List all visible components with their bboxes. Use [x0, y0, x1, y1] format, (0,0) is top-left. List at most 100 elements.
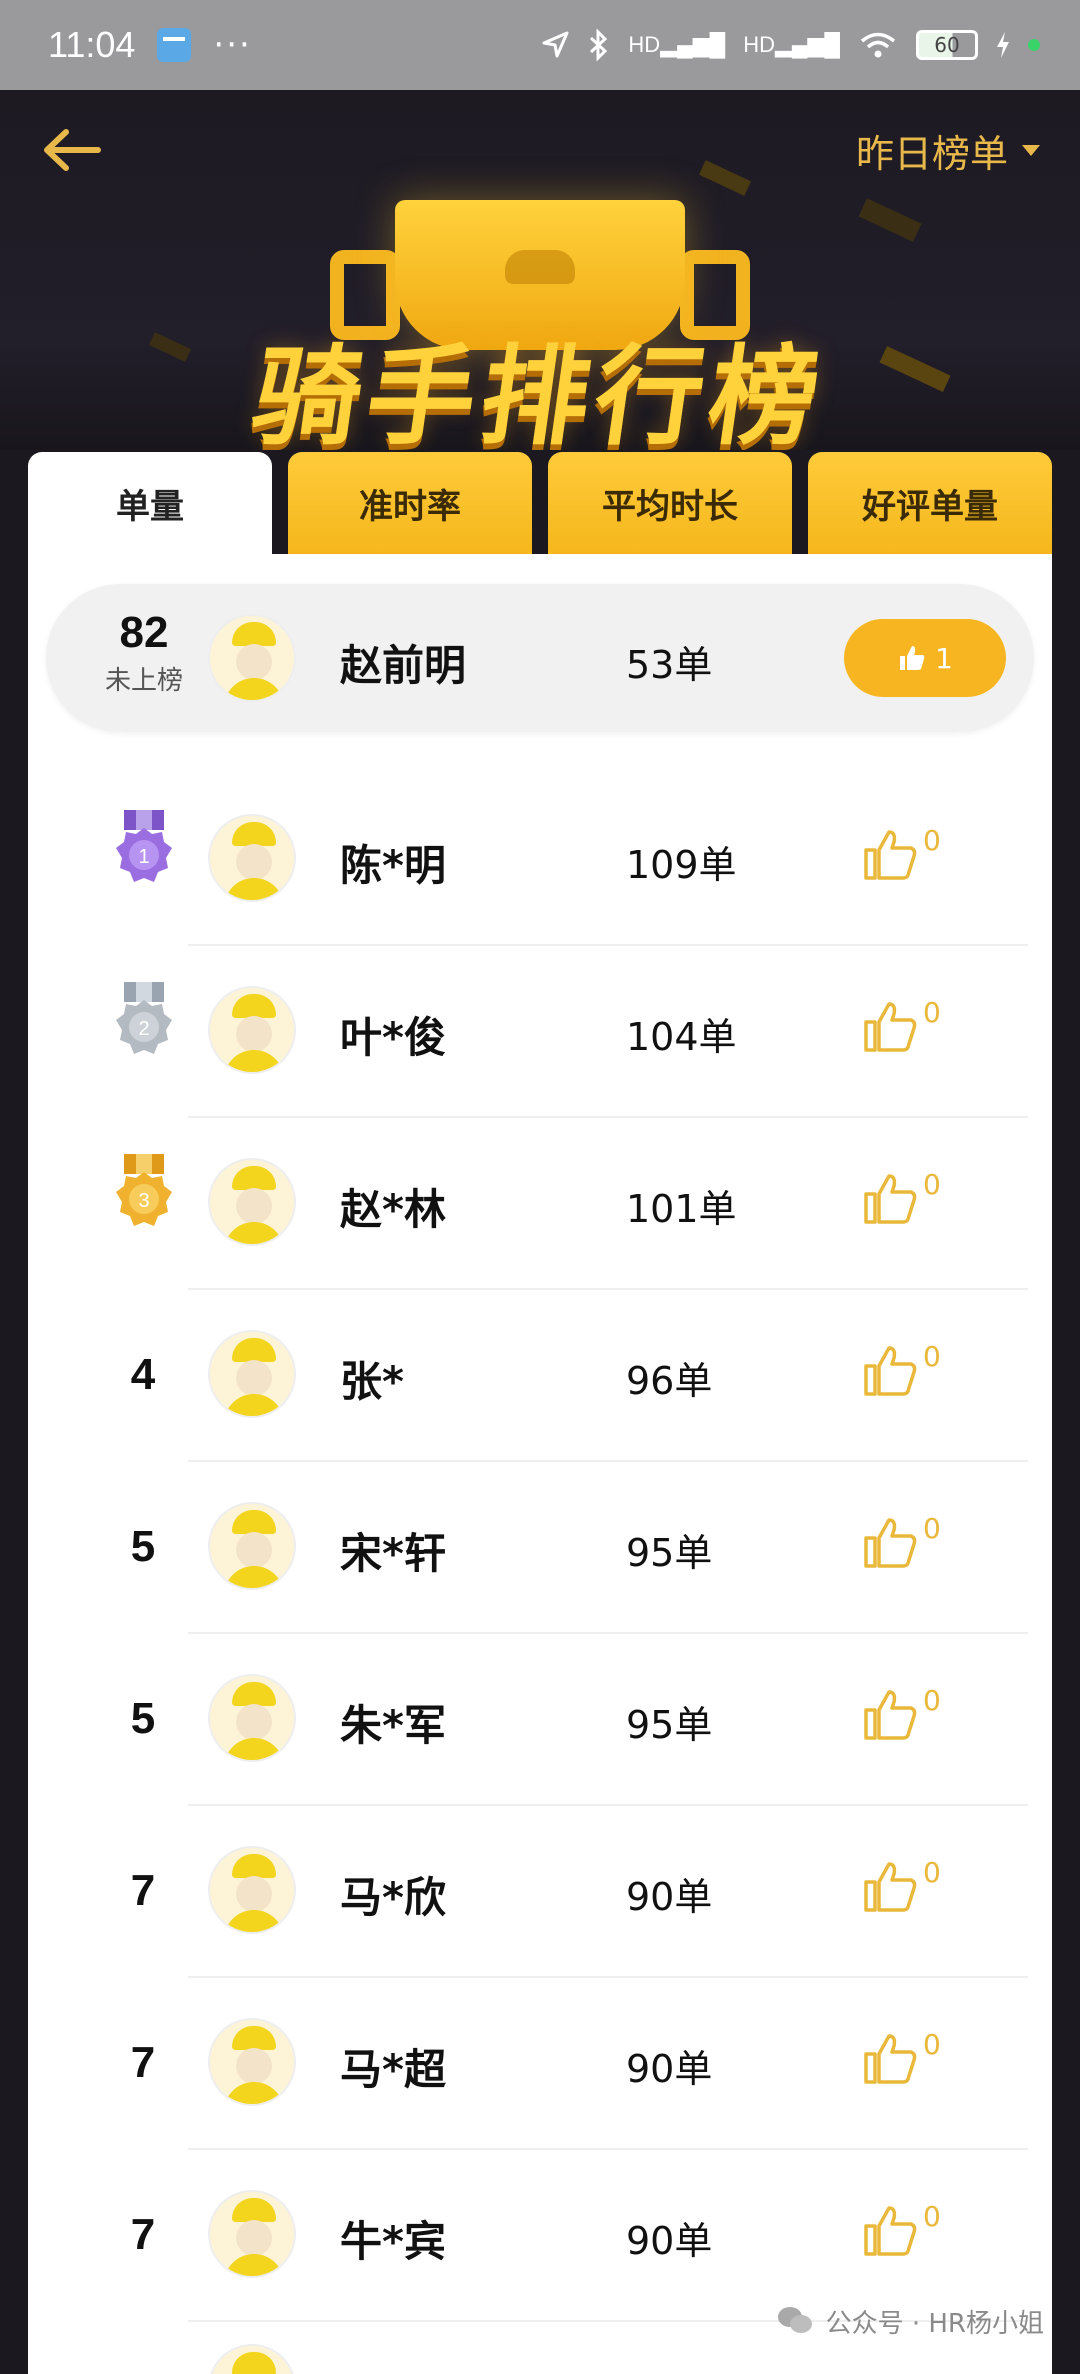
leaderboard-row: 2 叶*俊 104单 0 — [28, 944, 1052, 1116]
rank-cell: 4 — [83, 1350, 203, 1400]
wifi-icon — [860, 32, 896, 58]
rank-number: 5 — [130, 1522, 156, 1571]
my-rank-cell: 82 未上榜 — [84, 608, 204, 697]
leaderboard-row: 7 牛*宾 90单 0 — [28, 2148, 1052, 2320]
back-button[interactable] — [36, 120, 108, 180]
order-count: 104单 — [626, 1015, 737, 1059]
avatar — [208, 986, 296, 1074]
like-count: 0 — [923, 2200, 941, 2233]
thumbs-up-outline-icon — [864, 1346, 917, 1396]
like-count: 0 — [923, 1684, 941, 1717]
gold-medal-icon: 3 — [116, 1154, 172, 1226]
charging-icon — [997, 32, 1009, 58]
bluetooth-icon — [590, 29, 608, 61]
rider-name: 马*欣 — [340, 1873, 446, 1922]
decor-shard — [698, 160, 752, 196]
like-count: 0 — [923, 1856, 941, 1889]
avatar — [208, 2344, 296, 2374]
rider-silhouette-icon — [505, 250, 575, 284]
thumbs-up-outline-icon — [864, 1174, 917, 1224]
date-range-label: 昨日榜单 — [855, 131, 1008, 176]
order-count: 109单 — [626, 843, 737, 887]
caret-down-icon — [1022, 144, 1040, 156]
rider-name: 赵前明 — [340, 641, 467, 690]
order-count: 95单 — [626, 1531, 713, 1575]
rider-name: 赵*林 — [340, 1185, 446, 1234]
order-count: 95单 — [626, 1703, 713, 1747]
avatar — [208, 2018, 296, 2106]
svg-text:3: 3 — [138, 1190, 149, 1212]
avatar — [208, 814, 296, 902]
battery-icon: 60 — [916, 30, 978, 60]
order-count: 90单 — [626, 2219, 713, 2263]
like-button[interactable]: 0 — [863, 2028, 941, 2086]
tab-on-time-rate[interactable]: 准时率 — [288, 452, 532, 554]
rider-name: 陈*明 — [340, 841, 446, 890]
my-rank-note: 未上榜 — [104, 666, 183, 696]
like-button[interactable]: 0 — [863, 1512, 941, 1570]
thumbs-up-outline-icon — [864, 1518, 917, 1568]
rank-number: 4 — [130, 1350, 156, 1399]
order-count: 90单 — [626, 1875, 713, 1919]
like-button[interactable]: 1 — [844, 619, 1006, 697]
leaderboard-row: 7 马*超 90单 0 — [28, 1976, 1052, 2148]
like-button[interactable]: 0 — [863, 1856, 941, 1914]
leaderboard-row: 4 张* 96单 0 — [28, 1288, 1052, 1460]
leaderboard-row: 3 赵*林 101单 0 — [28, 1116, 1052, 1288]
rider-name: 马*超 — [340, 2045, 446, 2094]
thumbs-up-outline-icon — [864, 1002, 917, 1052]
rank-cell: 7 — [83, 2210, 203, 2260]
rank-number: 7 — [130, 2210, 156, 2259]
rider-name: 宋*轩 — [340, 1529, 446, 1578]
leaderboard-panel: 82 未上榜 赵前明 53单 1 1 陈*明 109单 0 2 叶*俊 104单… — [28, 554, 1052, 2374]
avatar — [208, 614, 296, 702]
signal-2-icon: HD▂▄▆█ — [743, 32, 840, 57]
my-rank-row: 82 未上榜 赵前明 53单 1 — [46, 584, 1034, 732]
leaderboard-row: 5 朱*军 95单 0 — [28, 1632, 1052, 1804]
my-rank-number: 82 — [119, 608, 169, 657]
rank-number: 5 — [130, 1694, 156, 1743]
decor-shard — [858, 198, 922, 242]
like-button[interactable]: 0 — [863, 2200, 941, 2258]
leaderboard-row: 5 宋*轩 95单 0 — [28, 1460, 1052, 1632]
signal-1-icon: HD▂▄▆█ — [628, 32, 726, 57]
tab-average-duration[interactable]: 平均时长 — [548, 452, 792, 554]
tab-positive-review-orders[interactable]: 好评单量 — [808, 452, 1052, 554]
leaderboard-row: 7 马*欣 90单 0 — [28, 1804, 1052, 1976]
avatar — [208, 1846, 296, 1934]
like-button[interactable]: 0 — [863, 824, 941, 882]
like-button[interactable]: 0 — [863, 1684, 941, 1742]
silver-medal-icon: 2 — [116, 982, 172, 1054]
date-range-dropdown[interactable]: 昨日榜单 — [856, 120, 1040, 180]
rider-name: 朱*军 — [340, 1701, 446, 1750]
thumbs-up-outline-icon — [864, 2206, 917, 2256]
like-button[interactable]: 0 — [863, 1340, 941, 1398]
metric-tabs: 单量 准时率 平均时长 好评单量 — [28, 452, 1052, 554]
like-count: 1 — [935, 641, 953, 675]
like-count: 0 — [923, 996, 941, 1029]
tab-order-count[interactable]: 单量 — [28, 452, 272, 554]
back-arrow-icon — [44, 129, 101, 171]
rider-name: 张* — [340, 1357, 404, 1406]
leaderboard-row: 1 陈*明 109单 0 — [28, 772, 1052, 944]
watermark-text: 公众号 · HR杨小姐 — [825, 2309, 1044, 2339]
thumbs-up-outline-icon — [864, 1862, 917, 1912]
avatar — [208, 1674, 296, 1762]
like-count: 0 — [923, 2028, 941, 2061]
watermark: 公众号 · HR杨小姐 — [777, 2303, 1044, 2340]
leaderboard-header: 昨日榜单 骑手排行榜 — [0, 90, 1080, 450]
order-count: 90单 — [626, 2047, 713, 2091]
rider-name: 牛*宾 — [340, 2217, 446, 2266]
purple-medal-icon: 1 — [116, 810, 172, 882]
order-count: 53单 — [626, 643, 713, 687]
banner-title: 骑手排行榜 — [244, 335, 833, 450]
avatar — [208, 1158, 296, 1246]
thumbs-up-icon — [900, 646, 925, 670]
rank-cell: 5 — [83, 1522, 203, 1572]
like-button[interactable]: 0 — [863, 996, 941, 1054]
like-count: 0 — [923, 1512, 941, 1545]
avatar — [208, 1330, 296, 1418]
svg-text:2: 2 — [138, 1018, 149, 1040]
like-button[interactable]: 0 — [863, 1168, 941, 1226]
thumbs-up-outline-icon — [864, 830, 917, 880]
